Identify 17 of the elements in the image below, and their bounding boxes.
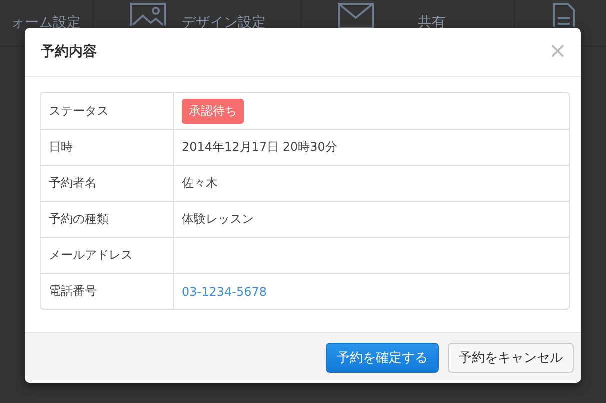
table-cell: 予約者名: [41, 165, 174, 201]
image-icon: [130, 3, 166, 26]
document-icon: [553, 3, 575, 27]
table-cell: 2014年12月17日 20時30分: [182, 140, 338, 154]
confirm-button[interactable]: 予約を確定する: [326, 343, 439, 373]
table-cell: 佐々木: [182, 176, 218, 190]
table-cell: 日時: [41, 129, 174, 165]
status-badge: 承認待ち: [182, 98, 244, 124]
cancel-button[interactable]: 予約をキャンセル: [448, 343, 574, 373]
table-cell: 予約の種類: [41, 201, 174, 237]
modal-title: 予約内容: [41, 43, 97, 61]
table-cell: メールアドレス: [41, 237, 174, 273]
phone-link[interactable]: 03-1234-5678: [182, 284, 268, 298]
table-cell: 電話番号: [41, 273, 174, 309]
table-cell: ステータス: [41, 93, 174, 129]
mail-icon: [338, 3, 374, 29]
table-cell: 体験レッスン: [182, 212, 254, 226]
